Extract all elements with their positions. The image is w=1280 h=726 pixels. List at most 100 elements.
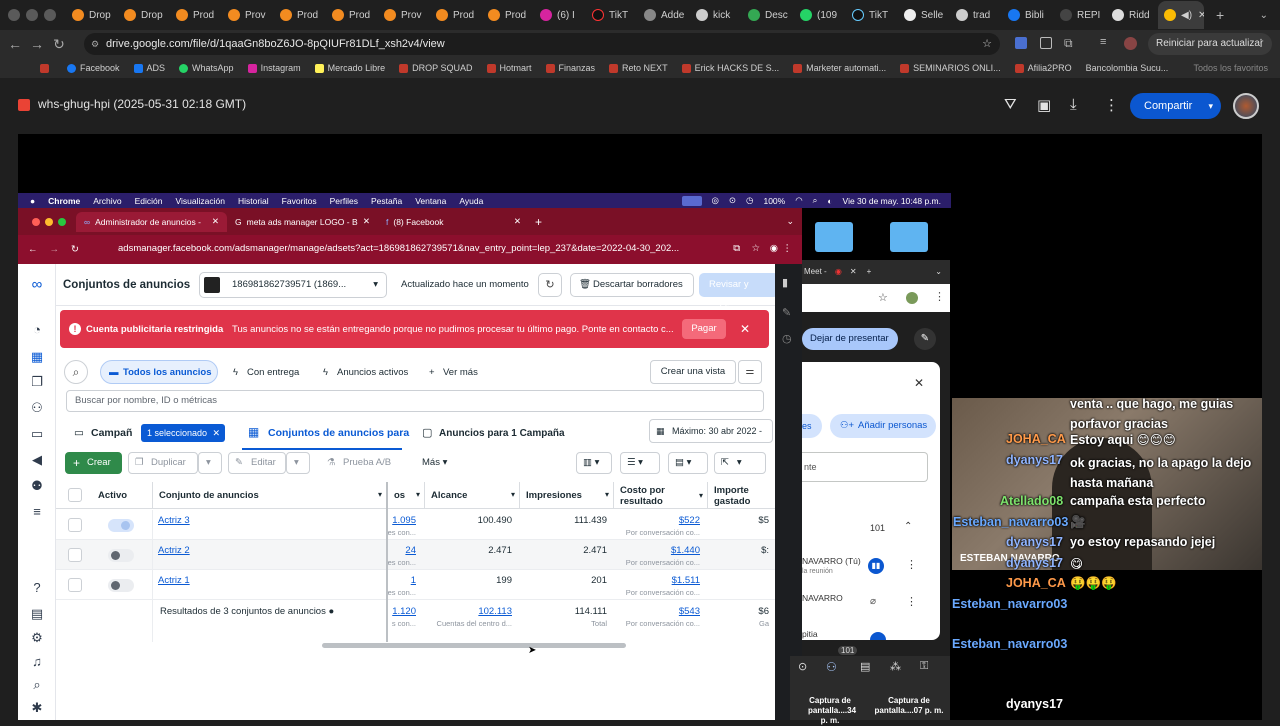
audience-icon[interactable]: ⚇ [29,400,45,416]
comment-icon[interactable]: ▣ [1037,96,1051,114]
new-tab-button[interactable]: + [867,267,872,276]
tab-ads[interactable]: Anuncios para 1 Campaña [439,428,565,439]
kebab-menu-icon[interactable]: ⋮ [906,595,917,608]
search-input[interactable]: Buscar por nombre, ID o métricas [66,390,764,412]
duplicate-button[interactable]: ❐ Duplicar [128,452,198,474]
bookmark-item[interactable]: Marketer automati... [793,63,886,73]
sliders-icon[interactable]: ⚌ [738,360,762,384]
column-freeze-divider[interactable] [386,482,388,642]
bookmark-item[interactable]: Mercado Libre [314,63,385,73]
gear-icon[interactable]: ⚙ [29,630,45,646]
row-checkbox[interactable] [68,518,82,532]
outer-tab[interactable]: TikT [846,1,898,29]
row-checkbox[interactable] [68,548,82,562]
outer-tab[interactable]: Desc [742,1,794,29]
outer-tab[interactable]: Prod [482,1,534,29]
kebab-menu-icon[interactable]: ⋮ [906,558,917,571]
add-to-drive-icon[interactable]: ⛛ [1004,96,1017,113]
results-value[interactable]: 1 [386,575,416,586]
site-info-icon[interactable]: ⚙ [91,33,99,55]
stop-presenting-button[interactable]: Dejar de presentar [802,328,898,350]
screenshot-file-1[interactable]: Captura de pantalla....34 p. m. [808,696,856,726]
clock-icon[interactable]: ◷ [782,332,792,345]
bookmark-item[interactable]: Instagram [247,63,301,73]
outer-tab[interactable]: REPI [1054,1,1106,29]
chart-icon[interactable]: ▮ [782,276,788,289]
inner-tab-google[interactable]: Gmeta ads manager LOGO - B ✕ [227,212,378,232]
outer-tab[interactable]: (109 [794,1,846,29]
puzzle-extensions-icon[interactable]: ⧉ [1064,36,1073,51]
tab-list-icon[interactable]: ⌄ [1260,10,1268,21]
screen-share-icon[interactable] [681,195,702,206]
create-button[interactable]: + Crear [65,452,122,474]
active-toggle[interactable] [108,579,134,592]
avatar[interactable] [1233,93,1259,119]
new-tab-button[interactable]: + [535,215,542,229]
more-button[interactable]: Más ▾ [422,457,447,468]
create-view-button[interactable]: Crear una vista [650,360,736,384]
lock-icon[interactable]: ⚿ [920,660,928,673]
spotlight-icon[interactable]: ⌕ [813,195,818,206]
restart-to-update-button[interactable]: Reiniciar para actualizar ⋮ [1148,33,1272,55]
pay-button[interactable]: Pagar [682,319,726,339]
column-header-impressions[interactable]: Impresiones ▾ [519,482,613,509]
dashboard-icon[interactable]: ◔ [29,322,45,338]
outer-tab[interactable]: (6) I [534,1,586,29]
duplicate-dropdown[interactable]: ▾ [198,452,222,474]
control-center-icon[interactable]: ◐ [827,196,832,206]
megaphone-icon[interactable]: ◀ [29,452,45,468]
review-publish-button[interactable]: Revisar y publicar [699,273,779,314]
cost-per-result-value[interactable]: $522 [613,515,700,526]
bookmark-star-icon[interactable]: ☆ [751,243,760,254]
menu-item[interactable]: Favoritos [282,196,317,206]
cost-per-result-value[interactable]: $1.440 [613,545,700,556]
cost-per-result-value[interactable]: $1.511 [613,575,700,586]
bookmark-folder-icon[interactable] [40,63,53,73]
edit-dropdown[interactable]: ▾ [286,452,310,474]
menu-item[interactable]: Edición [135,196,163,206]
menu-item[interactable]: Pestaña [371,196,402,206]
menu-item[interactable]: Visualización [176,196,225,206]
close-icon[interactable]: ✕ [740,322,750,336]
extension-icon[interactable] [1040,37,1052,49]
reload-icon[interactable]: ↻ [71,244,79,255]
maximize-window-button[interactable] [58,217,66,226]
outer-tab[interactable]: Prov [222,1,274,29]
kebab-menu-icon[interactable]: ⋮ [934,290,945,303]
outer-tab[interactable]: Bibli [1002,1,1054,29]
people-icon[interactable]: ⚉ [29,478,45,494]
forward-icon[interactable]: → [50,244,60,255]
bookmark-item[interactable]: SEMINARIOS ONLI... [900,63,1001,73]
profile-icon[interactable] [906,292,918,304]
kebab-menu-icon[interactable]: ⋮ [1256,33,1266,55]
share-button[interactable]: Compartir ▾ [1130,93,1221,119]
download-icon[interactable]: ⤓ [1070,96,1077,113]
profile-icon[interactable] [1124,37,1137,50]
filter-delivery[interactable]: ϟ Con entrega [224,360,310,384]
inner-tab-ads-manager[interactable]: ∞ Administrador de anuncios - ✕ [76,211,227,232]
kebab-menu-icon[interactable]: ⋮ [783,243,793,254]
info-icon[interactable]: ● [328,606,334,617]
screenshot-file-2[interactable]: Captura de pantalla....07 p. m. [872,696,946,716]
pencil-icon[interactable]: ✎ [782,306,791,319]
chevron-up-icon[interactable]: ⌃ [904,521,912,532]
profile-icon[interactable]: ◉ [770,243,778,254]
bookmark-star-icon[interactable]: ☆ [878,291,888,304]
adset-name-link[interactable]: Actriz 3 [158,515,190,526]
close-tab-icon[interactable]: ✕ [363,216,370,227]
desktop-folder-icon[interactable] [815,222,853,252]
refresh-button[interactable]: ↻ [538,273,562,297]
wifi-icon[interactable]: ◠ [795,195,802,206]
meet-address-bar[interactable]: ☆ ⋮ [802,284,950,312]
sort-icon[interactable]: ▾ [699,490,703,501]
breakdown-button[interactable]: ☰ ▾ [620,452,660,474]
column-header-cost-per-result[interactable]: Costo por resultado ▾ [613,482,707,509]
filter-active-ads[interactable]: ϟ Anuncios activos [314,360,412,384]
play-icon[interactable]: ⊙ [729,195,736,206]
people-icon[interactable]: ⚇ [826,660,837,674]
help-icon[interactable]: ? [29,580,45,596]
record-icon[interactable]: ◎ [712,195,719,206]
close-icon[interactable]: ✕ [213,424,221,442]
all-bookmarks[interactable]: Todos los favoritos [1193,63,1268,73]
outer-tab[interactable]: Ridd [1106,1,1158,29]
